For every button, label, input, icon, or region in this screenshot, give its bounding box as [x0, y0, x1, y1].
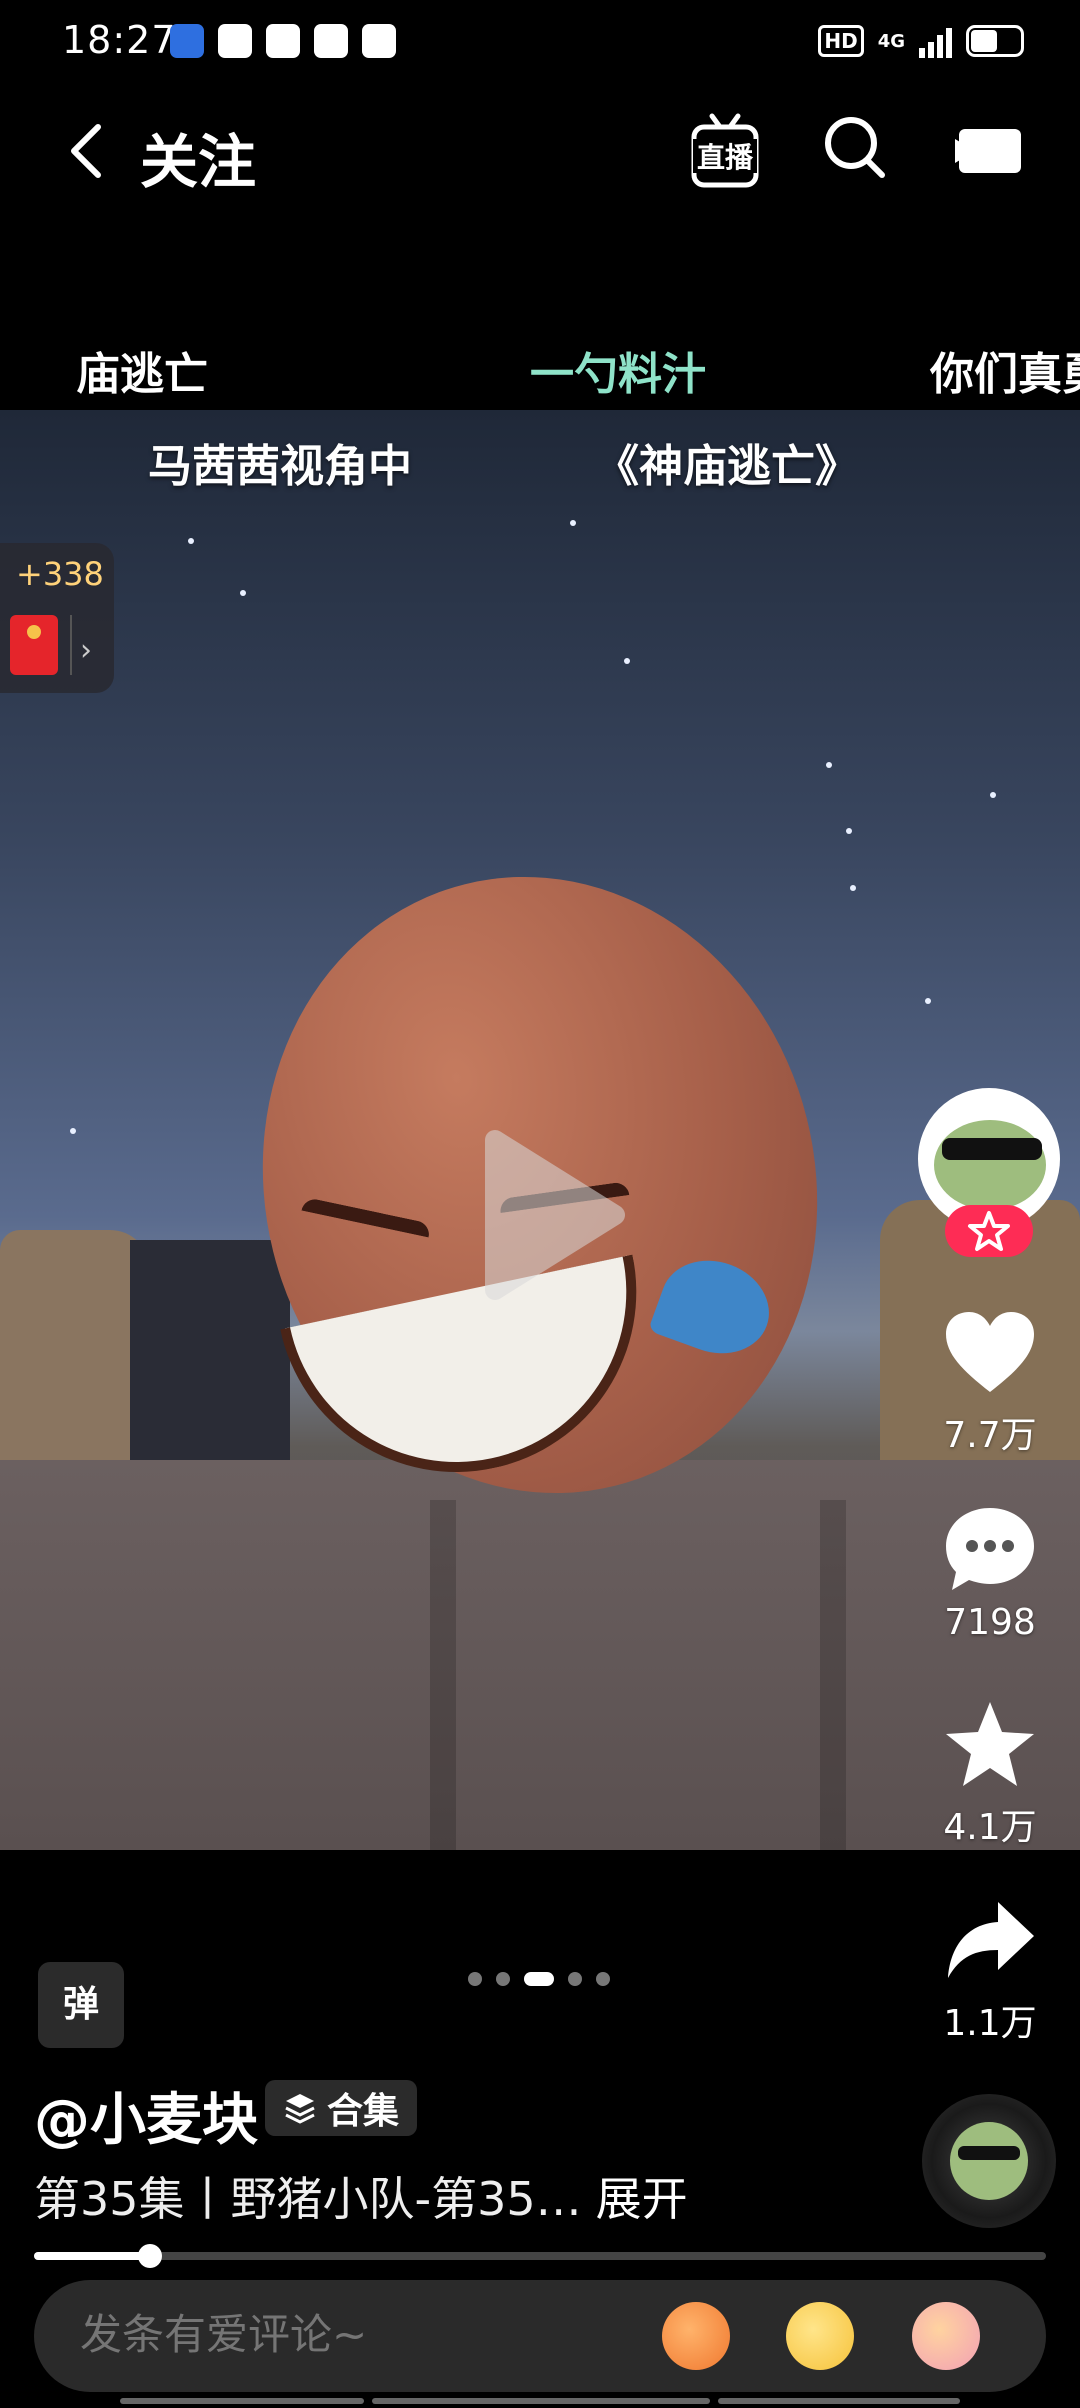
- pager-dot: [568, 1972, 582, 1986]
- status-right: HD 4G: [818, 24, 1024, 58]
- comment-icon: [946, 1508, 1034, 1590]
- gesture-bar: [718, 2398, 960, 2404]
- emoji-surprised-icon[interactable]: [662, 2302, 730, 2370]
- heart-icon: [946, 1312, 1034, 1392]
- status-bar: 18:27 HD 4G: [0, 0, 1080, 84]
- like-count: 7.7万: [943, 1415, 1037, 1456]
- share-button[interactable]: 1.1万: [920, 1896, 1060, 2046]
- like-button[interactable]: 7.7万: [920, 1308, 1060, 1458]
- hd-icon: HD: [818, 25, 864, 57]
- comment-count: 7198: [944, 1602, 1036, 1643]
- share-count: 1.1万: [943, 2003, 1037, 2044]
- follow-button[interactable]: [945, 1205, 1033, 1257]
- tab-prev[interactable]: 庙逃亡: [76, 338, 208, 402]
- video-caption-right: 《神庙逃亡》: [595, 441, 859, 492]
- collection-tabs: 庙逃亡 一勺料汁 你们真勇: [0, 338, 1080, 408]
- pager-dot-active: [524, 1972, 554, 1986]
- progress-fill: [34, 2252, 151, 2260]
- emoji-hug-icon[interactable]: [912, 2302, 980, 2370]
- red-packet-icon: [10, 615, 58, 675]
- description-text: 第35集丨野猪小队-第35…: [34, 2172, 582, 2226]
- emoji-thinking-icon[interactable]: [786, 2302, 854, 2370]
- video-description: 第35集丨野猪小队-第35… 展开: [34, 2163, 688, 2229]
- comment-button[interactable]: 7198: [920, 1504, 1060, 1643]
- battery-icon: [966, 25, 1024, 57]
- expand-link[interactable]: 展开: [596, 2172, 688, 2226]
- author-name[interactable]: @小麦块: [34, 2075, 258, 2156]
- top-nav: 关注 直播: [0, 95, 1080, 205]
- collection-label: 合集: [327, 2091, 400, 2132]
- play-notification-icon: [218, 24, 252, 58]
- progress-thumb[interactable]: [138, 2244, 163, 2268]
- leaf-notification-icon: [266, 24, 300, 58]
- scene-floor: [0, 1460, 1080, 1850]
- tab-current[interactable]: 一勺料汁: [530, 338, 706, 402]
- favorite-button[interactable]: 4.1万: [920, 1700, 1060, 1850]
- status-time: 18:27: [62, 18, 177, 62]
- video-caption-left: 马茜茜视角中: [148, 441, 412, 492]
- scene-block: [130, 1240, 290, 1460]
- star-outline-icon: [968, 1211, 1010, 1251]
- pinwheel-notification-icon: [314, 24, 348, 58]
- live-label: 直播: [697, 141, 754, 174]
- music-disc[interactable]: [922, 2094, 1056, 2228]
- pager-dot: [496, 1972, 510, 1986]
- page-title: 关注: [140, 128, 257, 196]
- image-pager-dots: [468, 1972, 610, 1986]
- signal-icon: [919, 24, 952, 58]
- favorite-count: 4.1万: [943, 1807, 1037, 1848]
- app-notification-icon: [170, 24, 204, 58]
- video-player[interactable]: 马茜茜视角中 《神庙逃亡》: [0, 410, 1080, 1850]
- gesture-bar: [372, 2398, 710, 2404]
- live-button[interactable]: 直播: [690, 113, 760, 189]
- pager-dot: [596, 1972, 610, 1986]
- pager-dot: [468, 1972, 482, 1986]
- video-camera-icon[interactable]: [955, 125, 1025, 177]
- share-arrow-icon: [948, 1902, 1034, 1978]
- collection-tag[interactable]: 合集: [265, 2080, 418, 2136]
- red-packet-widget[interactable]: +338 ›: [0, 543, 114, 693]
- back-arrow-icon[interactable]: [62, 121, 116, 181]
- chevron-right-icon: ›: [80, 633, 92, 668]
- notification-icons: [170, 24, 396, 58]
- search-icon[interactable]: [822, 113, 888, 183]
- comment-input[interactable]: [80, 2310, 640, 2359]
- live-icon: 直播: [691, 113, 759, 188]
- comment-bar: [34, 2280, 1046, 2392]
- playback-progress[interactable]: [34, 2244, 1046, 2268]
- danmaku-badge[interactable]: 弹: [38, 1962, 124, 2048]
- mail-notification-icon: [362, 24, 396, 58]
- layers-icon: [285, 2094, 315, 2124]
- tab-next[interactable]: 你们真勇: [930, 338, 1080, 402]
- reward-amount: +338: [16, 555, 104, 593]
- network-label: 4G: [877, 30, 905, 52]
- gesture-bar: [120, 2398, 364, 2404]
- star-icon: [946, 1702, 1034, 1786]
- play-icon[interactable]: [475, 1120, 635, 1310]
